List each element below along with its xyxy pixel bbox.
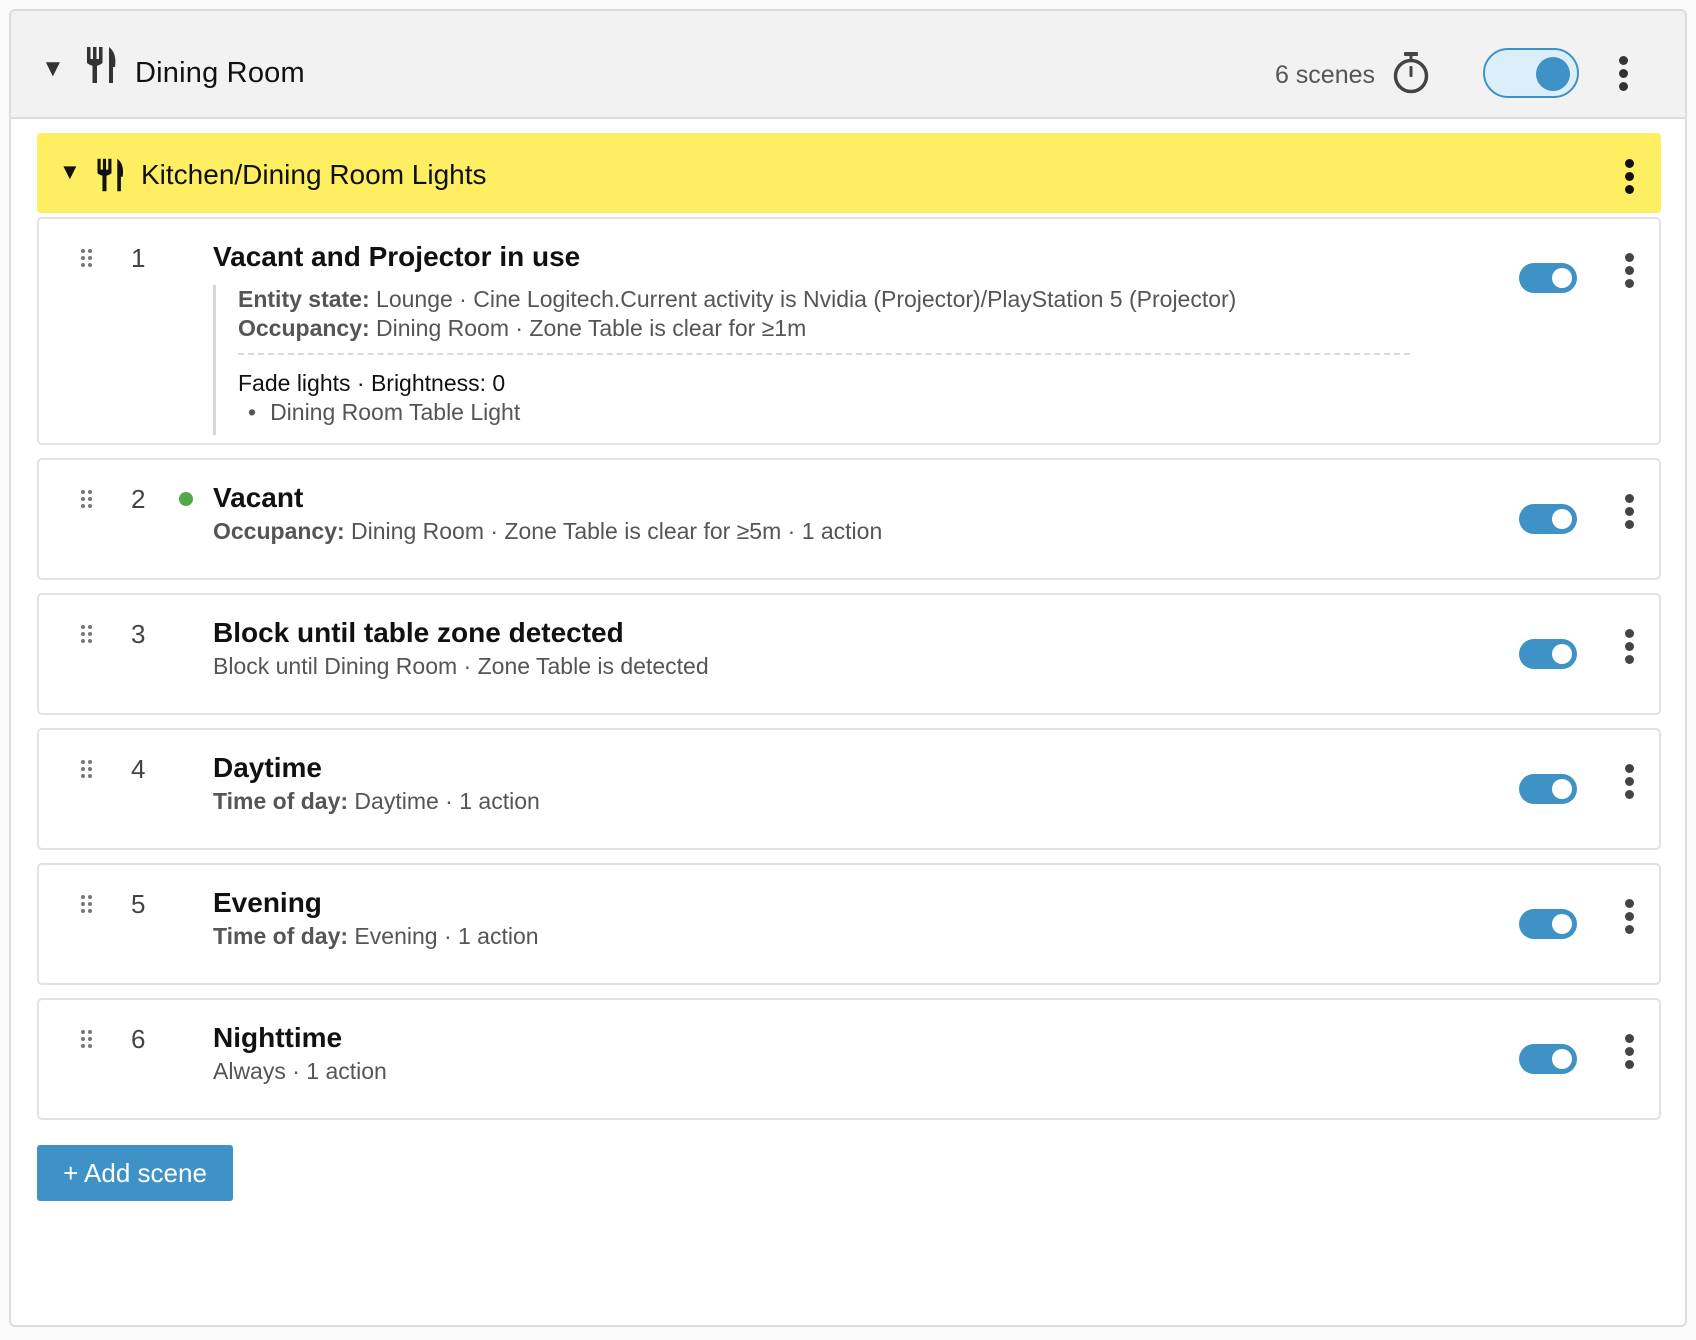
drag-handle-icon[interactable] <box>81 895 95 915</box>
room-header[interactable]: ▼ Dining Room 6 scenes <box>11 11 1685 119</box>
scene-number: 1 <box>131 243 146 273</box>
scene-enable-toggle[interactable] <box>1519 909 1577 939</box>
add-scene-button[interactable]: + Add scene <box>37 1145 233 1201</box>
scene-enable-toggle[interactable] <box>1519 774 1577 804</box>
room-enable-toggle[interactable] <box>1483 48 1579 98</box>
scene-summary: Occupancy: Dining Room · Zone Table is c… <box>213 518 883 544</box>
scene-card[interactable]: 2 Vacant Occupancy: Dining Room · Zone T… <box>37 458 1661 580</box>
scene-summary: Block until Dining Room · Zone Table is … <box>213 653 709 679</box>
scene-card[interactable]: 5 Evening Time of day: Evening · 1 actio… <box>37 863 1661 985</box>
fork-knife-icon <box>95 157 127 198</box>
room-title: Dining Room <box>135 57 305 89</box>
drag-handle-icon[interactable] <box>81 249 95 269</box>
more-vertical-icon[interactable] <box>1623 764 1635 800</box>
drag-handle-icon[interactable] <box>81 490 95 510</box>
active-indicator <box>179 492 193 506</box>
group-title: Kitchen/Dining Room Lights <box>141 159 487 190</box>
condition-line: Entity state: Lounge · Cine Logitech.Cur… <box>238 286 1237 312</box>
scene-enable-toggle[interactable] <box>1519 1044 1577 1074</box>
scene-number: 6 <box>131 1024 146 1054</box>
toggle-knob <box>1536 57 1570 91</box>
scene-card[interactable]: 4 Daytime Time of day: Daytime · 1 actio… <box>37 728 1661 850</box>
more-vertical-icon[interactable] <box>1623 899 1635 935</box>
scene-title: Block until table zone detected <box>213 617 624 648</box>
scene-enable-toggle[interactable] <box>1519 639 1577 669</box>
stopwatch-icon[interactable] <box>1391 51 1431 100</box>
divider <box>238 353 1410 355</box>
more-vertical-icon[interactable] <box>1623 629 1635 665</box>
scene-number: 5 <box>131 889 146 919</box>
scene-summary: Time of day: Daytime · 1 action <box>213 788 540 814</box>
scene-number: 3 <box>131 619 146 649</box>
more-vertical-icon[interactable] <box>1623 1034 1635 1070</box>
fork-knife-icon <box>85 45 119 90</box>
scene-title: Nighttime <box>213 1022 343 1053</box>
drag-handle-icon[interactable] <box>81 625 95 645</box>
scene-count: 6 scenes <box>1274 61 1375 89</box>
drag-handle-icon[interactable] <box>81 760 95 780</box>
scene-number: 4 <box>131 754 146 784</box>
caret-down-icon[interactable]: ▼ <box>41 57 65 81</box>
scene-title: Vacant <box>213 482 304 513</box>
more-vertical-icon[interactable] <box>1617 56 1629 92</box>
action-line: Fade lights · Brightness: 0 <box>238 370 506 396</box>
more-vertical-icon[interactable] <box>1623 159 1635 195</box>
scene-summary: Time of day: Evening · 1 action <box>213 923 539 949</box>
scene-enable-toggle[interactable] <box>1519 504 1577 534</box>
scene-card[interactable]: 6 Nighttime Always · 1 action <box>37 998 1661 1120</box>
caret-down-icon[interactable]: ▼ <box>59 161 81 183</box>
scene-number: 2 <box>131 484 146 514</box>
scene-card[interactable]: 1 Vacant and Projector in use Entity sta… <box>37 217 1661 445</box>
room-panel: ▼ Dining Room 6 scenes ▼ Kitchen/Dining … <box>9 9 1687 1327</box>
more-vertical-icon[interactable] <box>1623 253 1635 289</box>
scene-enable-toggle[interactable] <box>1519 263 1577 293</box>
more-vertical-icon[interactable] <box>1623 494 1635 530</box>
condition-line: Occupancy: Dining Room · Zone Table is c… <box>238 315 807 341</box>
scene-title: Daytime <box>213 752 322 783</box>
scene-title: Vacant and Projector in use <box>213 241 581 272</box>
scene-title: Evening <box>213 887 322 918</box>
scene-summary: Always · 1 action <box>213 1058 387 1084</box>
scene-details: Entity state: Lounge · Cine Logitech.Cur… <box>213 285 1410 435</box>
drag-handle-icon[interactable] <box>81 1030 95 1050</box>
group-header[interactable]: ▼ Kitchen/Dining Room Lights <box>37 133 1661 213</box>
scene-card[interactable]: 3 Block until table zone detected Block … <box>37 593 1661 715</box>
action-target: Dining Room Table Light <box>238 398 1409 426</box>
